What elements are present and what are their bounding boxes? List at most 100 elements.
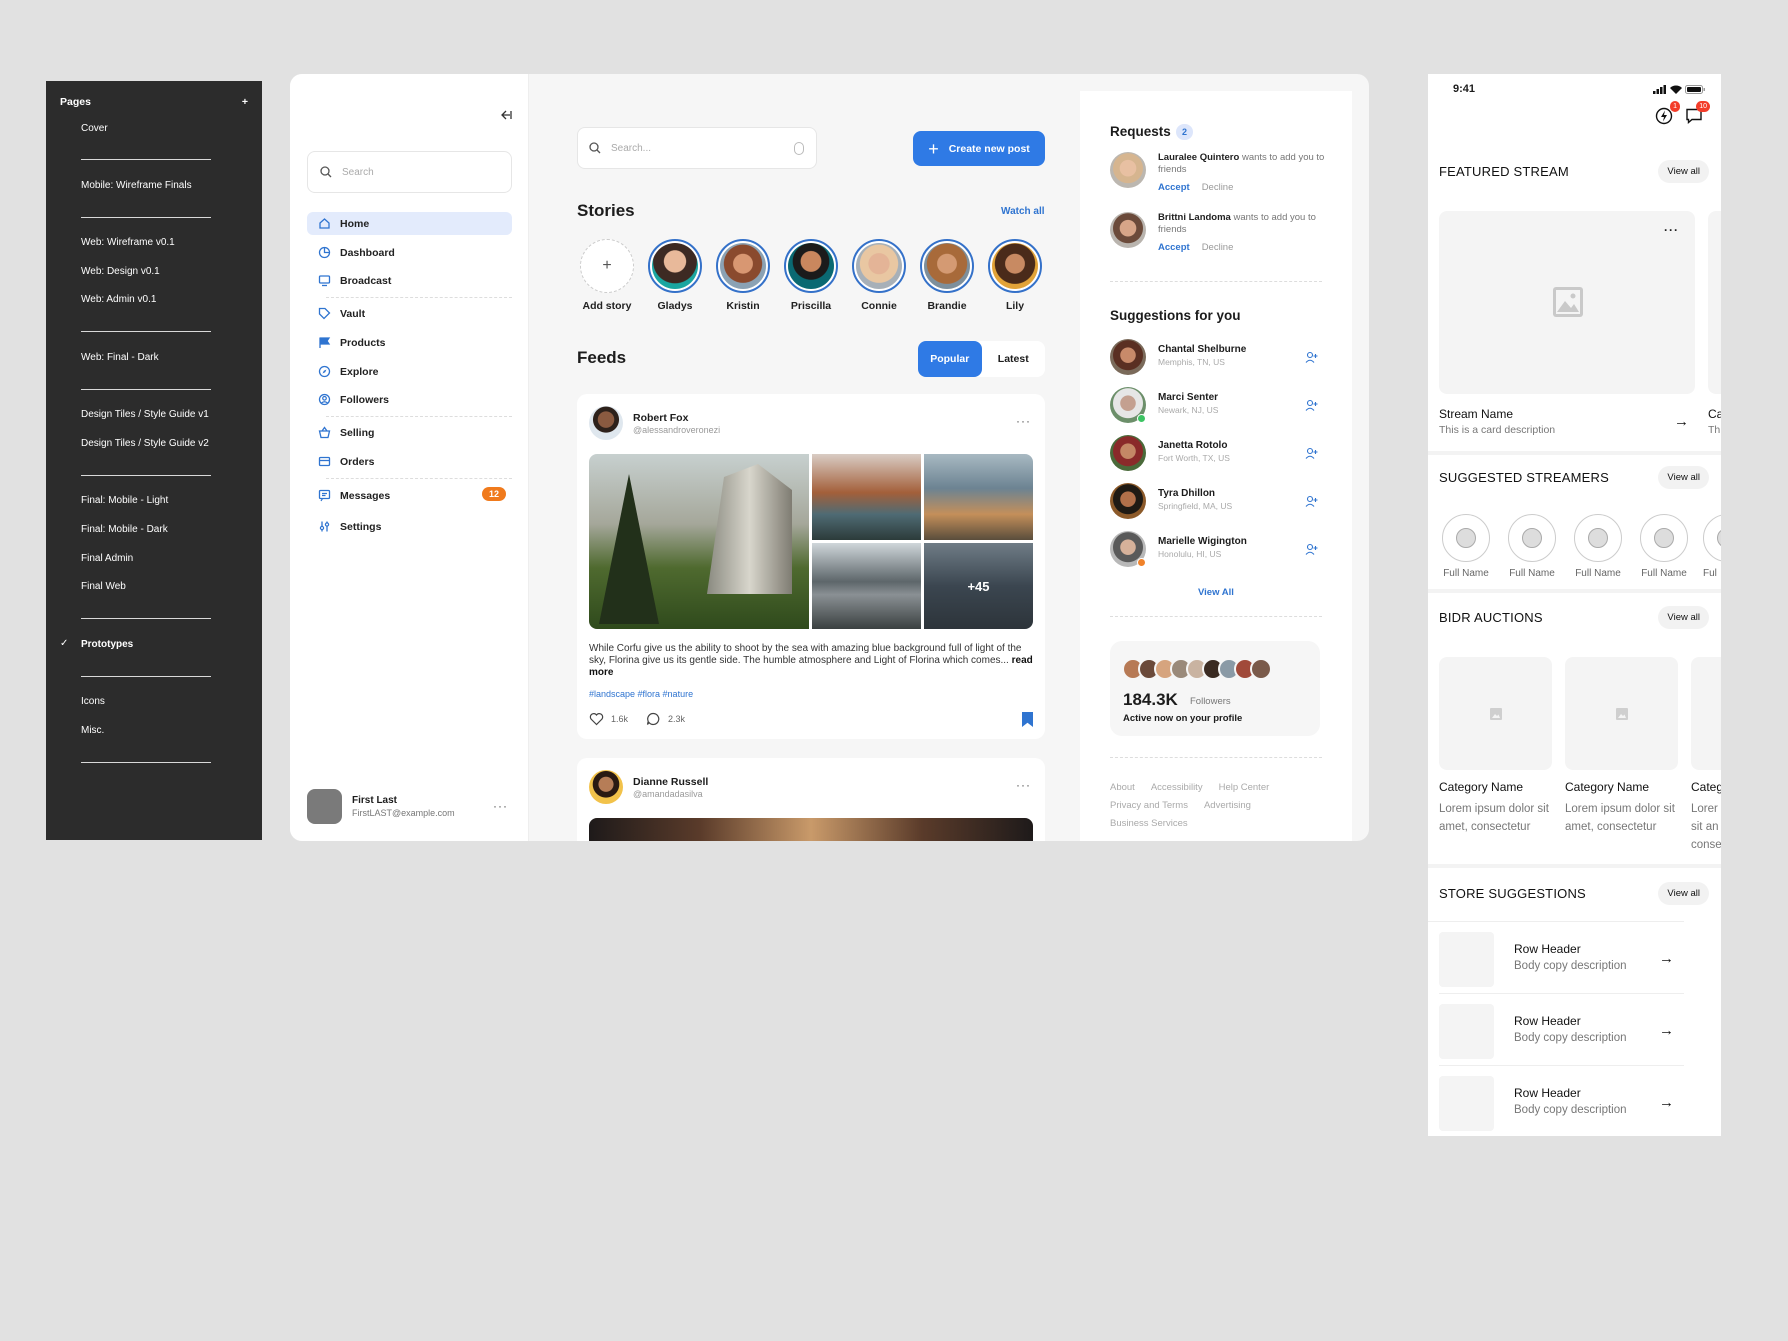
more-options-icon[interactable]: ··· bbox=[1664, 223, 1679, 237]
current-user[interactable]: First Last FirstLAST@example.com ··· bbox=[307, 788, 512, 824]
footer-link[interactable]: Business Services bbox=[1110, 818, 1188, 829]
sidebar-item-followers[interactable]: Followers bbox=[307, 388, 512, 411]
post-photo[interactable] bbox=[812, 543, 921, 629]
post-author[interactable]: Dianne Russell @amandadasilva bbox=[589, 770, 708, 804]
more-options-icon[interactable]: ··· bbox=[1016, 778, 1031, 792]
post-tags[interactable]: #landscape #flora #nature bbox=[589, 689, 693, 699]
bookmark-icon[interactable] bbox=[1022, 712, 1033, 727]
post-author[interactable]: Robert Fox @alessandroveronezi bbox=[589, 406, 720, 440]
sidebar-item-messages[interactable]: Messages 12 bbox=[307, 484, 512, 507]
streamer-item[interactable]: Full Name bbox=[1439, 514, 1493, 579]
view-all-button[interactable]: View all bbox=[1658, 465, 1709, 489]
page-item-icons[interactable]: Icons bbox=[81, 695, 105, 709]
footer-link[interactable]: Privacy and Terms bbox=[1110, 800, 1188, 811]
sliders-icon bbox=[318, 520, 331, 533]
arrow-right-icon[interactable]: → bbox=[1674, 413, 1689, 430]
post-photo[interactable] bbox=[924, 454, 1033, 540]
add-friend-icon[interactable] bbox=[1305, 495, 1318, 508]
page-item-style-guide-v2[interactable]: Design Tiles / Style Guide v2 bbox=[81, 437, 209, 451]
view-all-button[interactable]: View all bbox=[1658, 605, 1709, 629]
story-item[interactable]: Brandie bbox=[917, 239, 977, 312]
sidebar-item-vault[interactable]: Vault bbox=[307, 302, 512, 325]
story-item[interactable]: Priscilla bbox=[781, 239, 841, 312]
post-photo[interactable] bbox=[812, 454, 921, 540]
decline-button[interactable]: Decline bbox=[1202, 242, 1234, 253]
heart-icon[interactable] bbox=[589, 712, 604, 726]
suggestions-title: Suggestions for you bbox=[1110, 308, 1241, 323]
page-item-cover[interactable]: Cover bbox=[81, 122, 108, 136]
footer-link[interactable]: Accessibility bbox=[1151, 782, 1203, 793]
accept-button[interactable]: Accept bbox=[1158, 242, 1190, 253]
footer-link[interactable]: Advertising bbox=[1204, 800, 1251, 811]
streamer-item-peek[interactable]: Ful bbox=[1703, 514, 1721, 579]
page-item-final-mobile-light[interactable]: Final: Mobile - Light bbox=[81, 494, 168, 508]
post-author-name: Robert Fox bbox=[633, 411, 689, 424]
tab-latest[interactable]: Latest bbox=[982, 341, 1046, 377]
page-item-web-design[interactable]: Web: Design v0.1 bbox=[81, 265, 160, 279]
sidebar-item-orders[interactable]: Orders bbox=[307, 450, 512, 473]
story-item[interactable]: Kristin bbox=[713, 239, 773, 312]
accept-button[interactable]: Accept bbox=[1158, 182, 1190, 193]
page-item-mobile-wireframe[interactable]: Mobile: Wireframe Finals bbox=[81, 179, 192, 193]
add-page-icon[interactable]: + bbox=[242, 94, 248, 110]
more-options-icon[interactable]: ··· bbox=[1016, 414, 1031, 428]
page-item-style-guide-v1[interactable]: Design Tiles / Style Guide v1 bbox=[81, 408, 209, 422]
store-row[interactable]: Row Header Body copy description → bbox=[1439, 994, 1684, 1066]
suggestion-name: Janetta Rotolo bbox=[1158, 440, 1228, 451]
streamer-item[interactable]: Full Name bbox=[1505, 514, 1559, 579]
sidebar-item-home[interactable]: Home bbox=[307, 212, 512, 235]
footer-link[interactable]: Help Center bbox=[1219, 782, 1270, 793]
add-friend-icon[interactable] bbox=[1305, 543, 1318, 556]
add-story[interactable]: + Add story bbox=[577, 239, 637, 312]
streamer-item[interactable]: Full Name bbox=[1637, 514, 1691, 579]
chat-icon[interactable]: 10 bbox=[1685, 101, 1710, 125]
more-photos-overlay[interactable]: +45 bbox=[924, 543, 1033, 629]
story-item[interactable]: Lily bbox=[985, 239, 1045, 312]
add-friend-icon[interactable] bbox=[1305, 351, 1318, 364]
page-item-final-web[interactable]: Final Web bbox=[81, 580, 126, 594]
page-item-misc[interactable]: Misc. bbox=[81, 724, 104, 738]
sidebar-item-explore[interactable]: Explore bbox=[307, 360, 512, 383]
create-post-button[interactable]: + Create new post bbox=[913, 131, 1045, 166]
add-friend-icon[interactable] bbox=[1305, 447, 1318, 460]
post-photo[interactable] bbox=[589, 818, 1033, 841]
avatar bbox=[1250, 658, 1272, 680]
sidebar-item-settings[interactable]: Settings bbox=[307, 515, 512, 538]
microphone-icon[interactable] bbox=[794, 141, 804, 155]
page-item-web-admin[interactable]: Web: Admin v0.1 bbox=[81, 293, 156, 307]
stream-thumbnail[interactable]: ··· bbox=[1439, 211, 1695, 394]
add-friend-icon[interactable] bbox=[1305, 399, 1318, 412]
main-search-input[interactable]: Search... bbox=[577, 127, 817, 169]
sidebar-item-selling[interactable]: Selling bbox=[307, 421, 512, 444]
store-row[interactable]: Row Header Body copy description → bbox=[1439, 1066, 1684, 1136]
page-item-prototypes[interactable]: Prototypes bbox=[81, 638, 133, 652]
store-row[interactable]: Row Header Body copy description → bbox=[1439, 922, 1684, 994]
streamer-item[interactable]: Full Name bbox=[1571, 514, 1625, 579]
page-item-final-mobile-dark[interactable]: Final: Mobile - Dark bbox=[81, 523, 168, 537]
sidebar-item-products[interactable]: Products bbox=[307, 331, 512, 354]
sidebar-search-input[interactable]: Search bbox=[307, 151, 512, 193]
bolt-icon[interactable]: 1 bbox=[1655, 101, 1680, 125]
sidebar-item-broadcast[interactable]: Broadcast bbox=[307, 269, 512, 292]
story-item[interactable]: Connie bbox=[849, 239, 909, 312]
more-options-icon[interactable]: ··· bbox=[493, 799, 508, 813]
page-item-web-wireframe[interactable]: Web: Wireframe v0.1 bbox=[81, 236, 175, 250]
post-photo[interactable] bbox=[589, 454, 809, 629]
story-item[interactable]: Gladys bbox=[645, 239, 705, 312]
view-all-button[interactable]: View all bbox=[1658, 881, 1709, 905]
collapse-sidebar-icon[interactable] bbox=[498, 108, 512, 122]
view-all-button[interactable]: View all bbox=[1658, 159, 1709, 183]
decline-button[interactable]: Decline bbox=[1202, 182, 1234, 193]
stream-thumbnail-peek[interactable] bbox=[1708, 211, 1721, 394]
category-thumbnail[interactable] bbox=[1565, 657, 1678, 770]
category-thumbnail-peek[interactable] bbox=[1691, 657, 1721, 770]
view-all-suggestions-link[interactable]: View All bbox=[1198, 587, 1234, 598]
sidebar-item-dashboard[interactable]: Dashboard bbox=[307, 241, 512, 264]
watch-all-link[interactable]: Watch all bbox=[1001, 206, 1045, 217]
tab-popular[interactable]: Popular bbox=[918, 341, 982, 377]
category-thumbnail[interactable] bbox=[1439, 657, 1552, 770]
comment-icon[interactable] bbox=[646, 712, 661, 726]
page-item-final-admin[interactable]: Final Admin bbox=[81, 552, 133, 566]
page-item-web-final-dark[interactable]: Web: Final - Dark bbox=[81, 351, 159, 365]
footer-link[interactable]: About bbox=[1110, 782, 1135, 793]
